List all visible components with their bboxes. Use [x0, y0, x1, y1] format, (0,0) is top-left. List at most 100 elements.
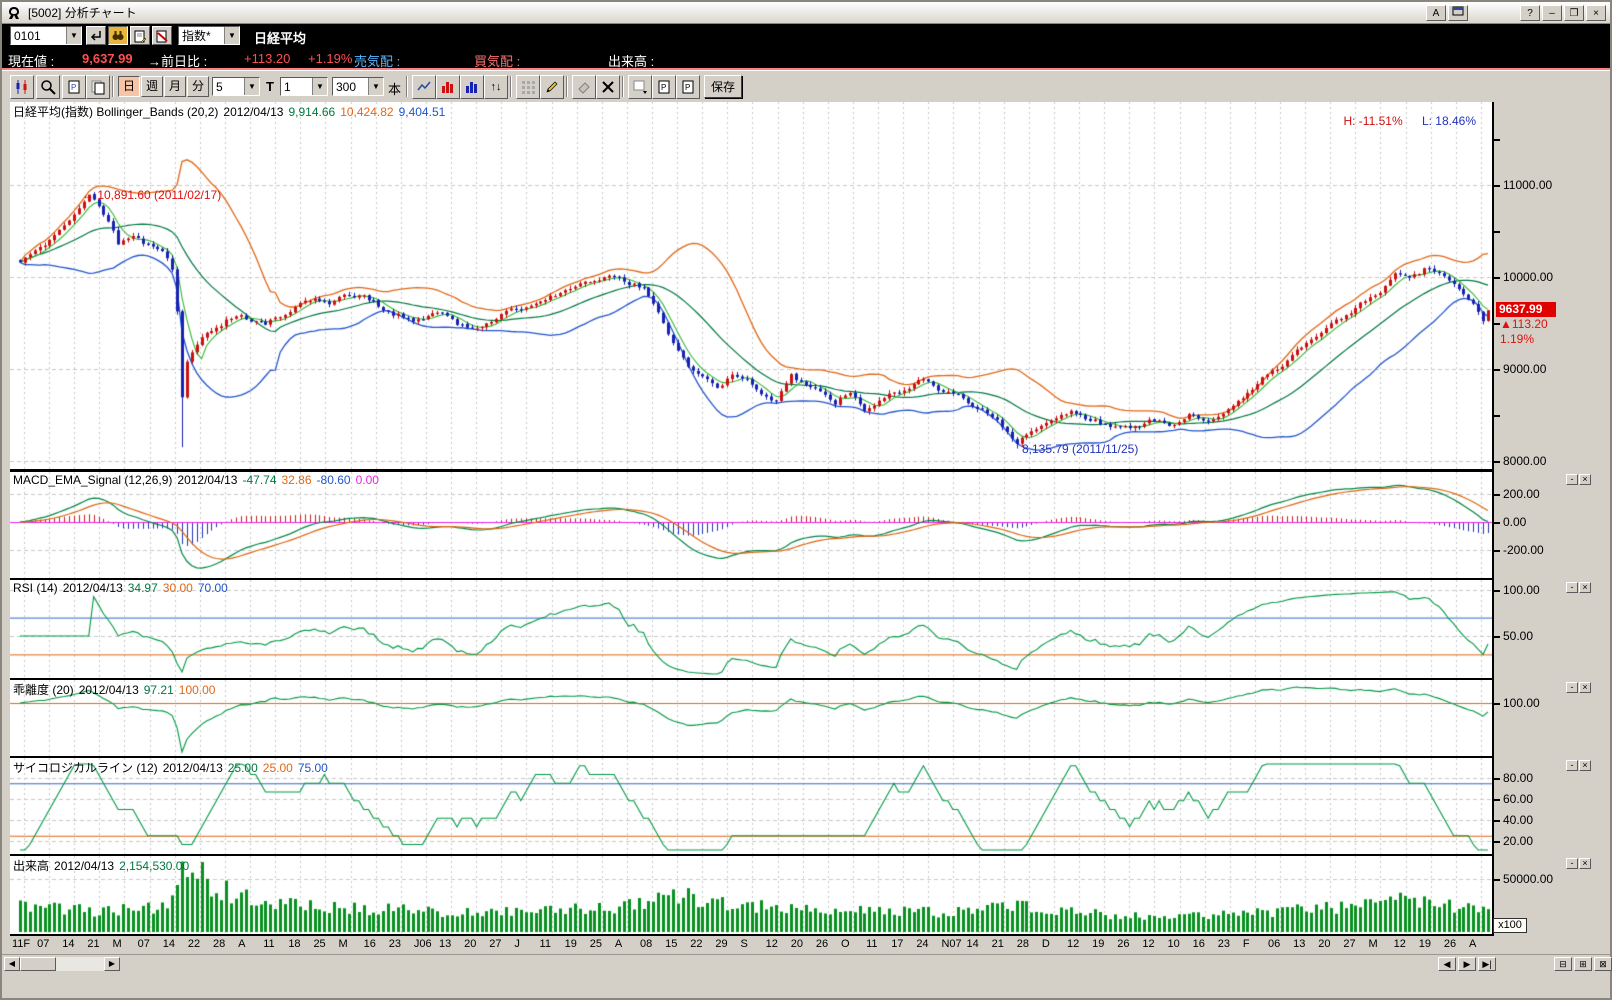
main-chart-canvas[interactable] — [10, 102, 1492, 469]
zoom-icon — [40, 79, 56, 95]
tick-count-select[interactable]: 1 ▼ — [280, 77, 328, 96]
horizontal-scrollbar[interactable] — [20, 957, 104, 971]
panel-minimize-button[interactable]: - — [1566, 682, 1578, 693]
kairi-canvas[interactable] — [10, 680, 1492, 756]
memo-button[interactable] — [130, 26, 150, 45]
axis-tick — [1494, 522, 1500, 524]
new-sheet-button[interactable]: P — [62, 75, 86, 99]
panel-close-button[interactable]: × — [1579, 858, 1591, 869]
panel-minimize-button[interactable]: - — [1566, 760, 1578, 771]
y-axis-label: 80.00 — [1503, 771, 1533, 785]
search-symbol-button[interactable] — [108, 26, 128, 45]
panel-close-button[interactable]: × — [1579, 682, 1591, 693]
scroll-left-button[interactable]: ◀ — [4, 957, 20, 971]
titlebar-layout-button[interactable] — [1448, 5, 1468, 21]
save-button[interactable]: 保存 — [704, 75, 742, 98]
panel-close-button[interactable]: × — [1579, 582, 1591, 593]
axis-tick — [1494, 369, 1500, 371]
sheet-prev-icon: P — [656, 79, 672, 95]
axis-tick — [1494, 415, 1500, 417]
x-axis-label: 26 — [1444, 938, 1456, 950]
scrollbar-thumb[interactable] — [20, 957, 56, 971]
period-week-button[interactable]: 週 — [141, 76, 163, 97]
panel-header-kairi: 乖離度 (20)2012/04/1397.21100.00 — [13, 681, 220, 698]
x-axis-label: J — [514, 938, 520, 950]
scroll-right-button[interactable]: ▶ — [104, 957, 120, 971]
enter-icon — [89, 29, 103, 43]
page-end-button[interactable]: ▶| — [1478, 957, 1496, 971]
chart-toolbar: P 日 週 月 分 5 ▼ T 1 ▼ 300 ▼ 本 ↑↓ P P 保存 — [2, 70, 1610, 102]
pencil-button[interactable] — [540, 75, 564, 99]
delete-button[interactable] — [596, 75, 620, 99]
page-back-button[interactable]: ◀ — [1438, 957, 1456, 971]
panel-minimize-button[interactable]: - — [1566, 474, 1578, 485]
separator — [622, 76, 624, 97]
page-forward-button[interactable]: ▶ — [1458, 957, 1476, 971]
enter-button[interactable] — [86, 26, 106, 45]
minute-interval-select[interactable]: 5 ▼ — [212, 77, 260, 96]
x-axis-label: 28 — [213, 938, 225, 950]
chevron-down-icon[interactable]: ▼ — [224, 27, 239, 44]
line-mode-icon — [416, 79, 432, 95]
macd-canvas[interactable] — [10, 472, 1492, 578]
panel-minimize-button[interactable]: - — [1566, 858, 1578, 869]
range-high-low: H: -11.51% L: 18.46% — [1343, 114, 1476, 128]
axis-tick — [1494, 185, 1500, 187]
blue-histogram-button[interactable] — [460, 75, 484, 99]
eraser-icon — [576, 79, 592, 95]
panel-close-button[interactable]: × — [1579, 474, 1591, 485]
axis-tick — [1494, 778, 1500, 780]
titlebar-a-button[interactable]: A — [1426, 5, 1446, 21]
x-axis-label: 06 — [1268, 938, 1280, 950]
cancel-sheet-button[interactable] — [152, 26, 172, 45]
panel-minimize-button[interactable]: - — [1566, 582, 1578, 593]
zoom-button[interactable] — [36, 75, 60, 99]
line-mode-button[interactable] — [412, 75, 436, 99]
volume-canvas[interactable] — [10, 856, 1492, 934]
titlebar-help-button[interactable]: ? — [1520, 5, 1540, 21]
y-axis-label: -200.00 — [1503, 543, 1544, 557]
x-axis-label: S — [740, 938, 747, 950]
chevron-down-icon[interactable]: ▼ — [312, 78, 327, 95]
sheet-prev-button[interactable]: P — [652, 75, 676, 99]
axis-tick — [1494, 841, 1500, 843]
panel-close-button[interactable]: × — [1579, 760, 1591, 771]
titlebar-maximize-button[interactable]: ❐ — [1564, 5, 1584, 21]
psychological-panel: サイコロジカルライン (12)2012/04/1325.0025.0075.00 — [10, 758, 1492, 854]
candle-chart-button[interactable] — [10, 75, 34, 99]
chevron-down-icon[interactable]: ▼ — [66, 27, 81, 44]
red-histogram-button[interactable] — [436, 75, 460, 99]
copy-sheet-button[interactable] — [86, 75, 110, 99]
layout-select-button[interactable] — [628, 75, 652, 99]
updown-arrows-button[interactable]: ↑↓ — [484, 75, 508, 99]
axis-tick — [1494, 139, 1500, 141]
x-axis-label: 22 — [690, 938, 702, 950]
category-select[interactable]: 指数* ▼ — [178, 26, 240, 45]
axis-tick — [1494, 494, 1500, 496]
close-panel-button[interactable]: ⊠ — [1594, 957, 1612, 971]
sheet-next-button[interactable]: P — [676, 75, 700, 99]
y-axis-label: 100.00 — [1503, 583, 1540, 597]
titlebar-close-button[interactable]: × — [1586, 5, 1606, 21]
x-axis-label: 19 — [565, 938, 577, 950]
volume-unit-badge: x100 — [1493, 918, 1527, 933]
period-day-button[interactable]: 日 — [118, 76, 140, 97]
axis-tick — [1494, 799, 1500, 801]
separator — [510, 76, 512, 97]
x-axis-label: 11F — [12, 938, 30, 950]
expand-button[interactable]: ⊞ — [1574, 957, 1592, 971]
titlebar-minimize-button[interactable]: – — [1542, 5, 1562, 21]
eraser-button[interactable] — [572, 75, 596, 99]
symbol-code-input[interactable]: 0101 ▼ — [10, 26, 82, 45]
period-minute-button[interactable]: 分 — [187, 76, 209, 97]
collapse-button[interactable]: ⊟ — [1554, 957, 1572, 971]
chevron-down-icon[interactable]: ▼ — [244, 78, 259, 95]
x-axis-label: 25 — [313, 938, 325, 950]
chevron-down-icon[interactable]: ▼ — [368, 78, 383, 95]
bar-count-select[interactable]: 300 ▼ — [332, 77, 384, 96]
low-annotation: 8,135.79 (2011/11/25) — [1022, 442, 1138, 456]
quote-bar: 現在値 : 9,637.99 →前日比 : +113.20 +1.19% 売気配… — [2, 48, 1610, 70]
period-month-button[interactable]: 月 — [164, 76, 186, 97]
grid-button[interactable] — [516, 75, 540, 99]
y-axis-column: 9637.99 ▲113.20 1.19% x100 - × - × - × -… — [1492, 102, 1612, 954]
